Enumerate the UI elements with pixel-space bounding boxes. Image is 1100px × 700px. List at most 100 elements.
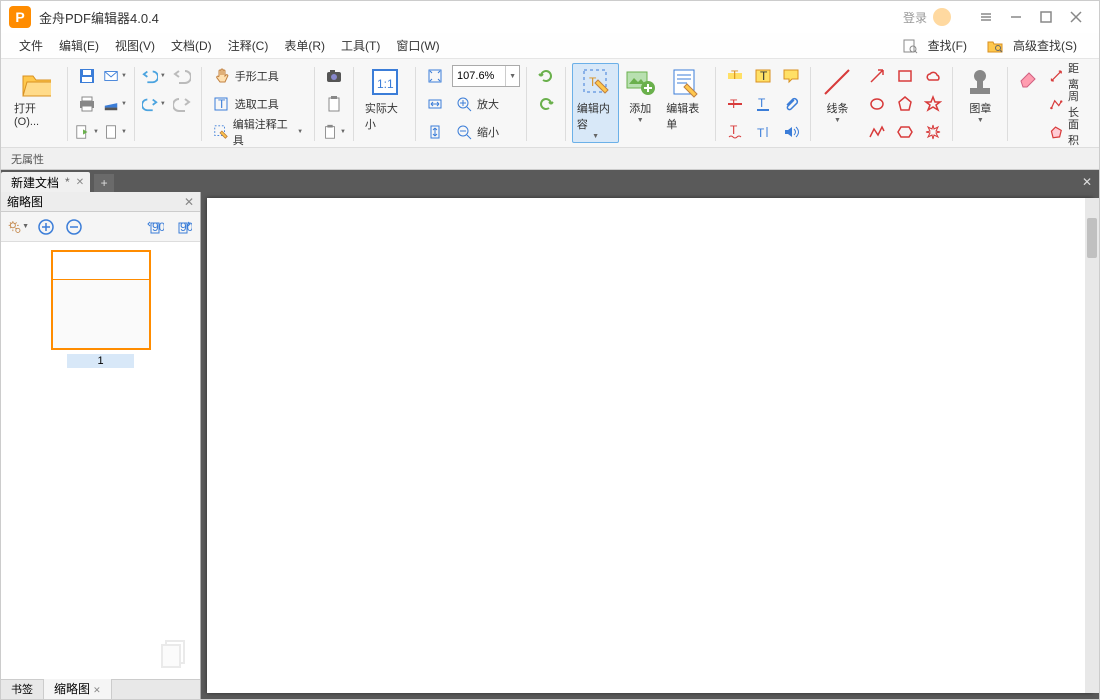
edit-comment-tool-button[interactable]: 编辑注释工具▼ [208,119,308,145]
tabbar-close-button[interactable]: ✕ [1077,172,1097,192]
mail-button[interactable]: ▼ [102,63,128,89]
burst-button[interactable] [920,119,946,145]
thumb-zoom-out-button[interactable] [63,216,85,238]
svg-text:T: T [757,126,765,140]
thumb-zoom-in-button[interactable] [35,216,57,238]
star-button[interactable] [920,91,946,117]
save-icon [78,67,96,85]
area-button[interactable]: 面积 [1044,119,1091,145]
perimeter-button[interactable]: 周长 [1044,91,1091,117]
distance-button[interactable]: 距离 [1044,63,1091,89]
avatar[interactable] [933,8,951,26]
hand-tool-button[interactable]: 手形工具 [208,63,308,89]
cloud-button[interactable] [920,63,946,89]
zoom-out-button[interactable]: 缩小 [450,119,504,145]
mail-icon [103,67,119,85]
zoom-out-icon [455,123,473,141]
undo-button[interactable]: ▼ [141,63,167,89]
text-tool-button[interactable]: T [750,119,776,145]
blank-page-button[interactable]: ▼ [102,119,128,145]
zoom-input[interactable] [453,66,505,86]
rotate-ccw-button[interactable] [533,91,559,117]
snapshot-button[interactable] [321,63,347,89]
menu-file[interactable]: 文件 [11,34,51,57]
menu-form[interactable]: 表单(R) [276,34,333,57]
clipboard-icon [322,123,338,141]
menu-view[interactable]: 视图(V) [107,34,163,57]
squiggly-button[interactable]: T [722,119,748,145]
document-tab[interactable]: 新建文档 * ✕ [1,172,90,192]
polyline-button[interactable] [864,119,890,145]
menu-document[interactable]: 文档(D) [163,34,220,57]
redo-button[interactable]: ▼ [141,91,167,117]
clipboard-dropdown[interactable]: ▼ [321,119,347,145]
save-button[interactable] [74,63,100,89]
fit-height-button[interactable] [422,119,448,145]
thumbnail-tab[interactable]: 缩略图 ✕ [44,678,112,699]
close-button[interactable] [1061,5,1091,29]
scan-button[interactable]: ▼ [102,91,128,117]
menu-icon[interactable] [971,5,1001,29]
hand-icon [213,67,231,85]
underline-button[interactable]: T [750,91,776,117]
rect-button[interactable] [892,63,918,89]
menu-window[interactable]: 窗口(W) [388,34,447,57]
note-button[interactable] [778,63,804,89]
polygon-button[interactable] [892,91,918,117]
sound-button[interactable] [778,119,804,145]
thumb-options-button[interactable]: ▼ [7,216,29,238]
rotate-cw-button[interactable] [533,63,559,89]
minimize-button[interactable] [1001,5,1031,29]
fit-page-button[interactable] [422,63,448,89]
select-tool-button[interactable]: T选取工具 [208,91,308,117]
edit-content-button[interactable]: T 编辑内容 ▼ [572,63,619,143]
maximize-button[interactable] [1031,5,1061,29]
highlight-button[interactable]: T [722,63,748,89]
zoom-in-button[interactable]: 放大 [450,91,504,117]
pages-watermark-icon [158,637,192,671]
redo-icon [142,95,158,113]
rotate-left-button[interactable]: 90 [144,216,166,238]
line-icon [821,66,853,98]
edit-form-button[interactable]: 编辑表单 [661,63,708,135]
login-link[interactable]: 登录 [903,9,927,26]
vertical-scrollbar[interactable] [1085,198,1099,693]
svg-text:90: 90 [180,220,192,234]
text-box-button[interactable]: T [750,63,776,89]
arrow-button[interactable] [864,63,890,89]
ellipse-button[interactable] [864,91,890,117]
add-button[interactable]: 添加 ▼ [619,63,661,127]
attachment-button[interactable] [778,91,804,117]
actual-size-button[interactable]: 1:1 实际大小 [360,63,409,135]
tab-close-icon[interactable]: ✕ [76,177,84,188]
find-button[interactable]: 查找(F) [898,32,979,59]
find-icon [902,38,918,54]
export-button[interactable]: ▼ [74,119,100,145]
edit-form-icon [669,66,701,98]
zoom-dropdown[interactable]: ▼ [505,66,519,86]
advanced-find-button[interactable]: 高级查找(S) [983,32,1089,59]
menu-edit[interactable]: 编辑(E) [51,34,107,57]
print-button[interactable] [74,91,100,117]
hexagon-button[interactable] [892,119,918,145]
perimeter-icon [1049,95,1064,113]
panel-close-icon[interactable]: ✕ [184,195,194,209]
rotate-right-button[interactable]: 90 [172,216,194,238]
bookmark-tab[interactable]: 书签 [1,679,44,699]
fit-width-button[interactable] [422,91,448,117]
zoom-combo[interactable]: ▼ [452,65,520,87]
page-thumbnail[interactable] [51,250,151,350]
menu-comment[interactable]: 注释(C) [220,34,277,57]
stamp-button[interactable]: 图章 ▼ [959,63,1001,127]
menu-tool[interactable]: 工具(T) [333,34,388,57]
document-canvas[interactable] [207,198,1093,693]
svg-text:90: 90 [152,220,164,234]
hexagon-icon [896,123,914,141]
new-tab-button[interactable]: + [94,174,114,192]
pentagon-icon [896,95,914,113]
open-button[interactable]: 打开(O)... [9,63,61,131]
line-tool-button[interactable]: 线条 ▼ [816,63,858,127]
strikeout-button[interactable]: T [722,91,748,117]
clipboard-button[interactable] [321,91,347,117]
eraser-button[interactable] [1014,63,1044,91]
